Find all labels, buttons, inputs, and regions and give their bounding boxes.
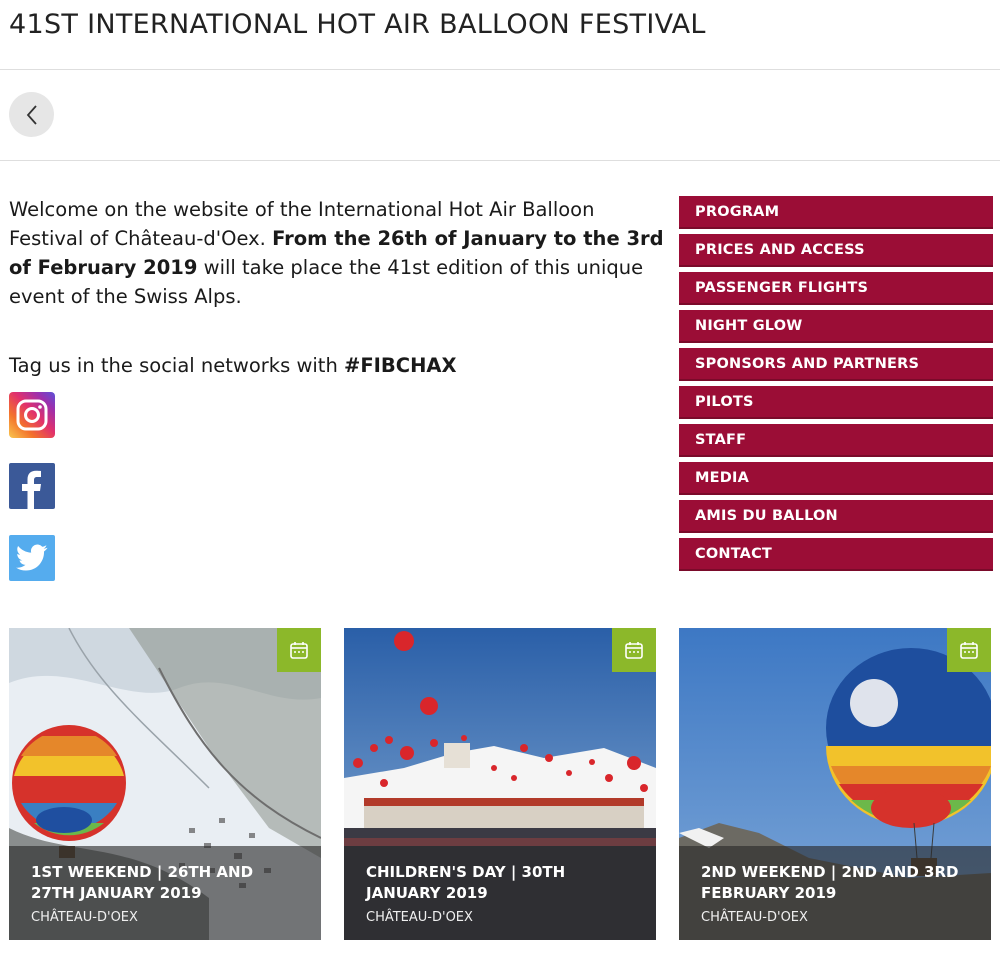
side-menu: PROGRAM PRICES AND ACCESS PASSENGER FLIG…	[679, 196, 993, 576]
hashtag: #FIBCHAX	[344, 354, 457, 377]
page-title: 41ST INTERNATIONAL HOT AIR BALLOON FESTI…	[9, 9, 706, 40]
tagline-text: Tag us in the social networks with	[9, 354, 345, 377]
menu-item-pilots[interactable]: PILOTS	[679, 386, 993, 419]
event-caption: 2ND WEEKEND | 2ND AND 3RD FEBRUARY 2019 …	[679, 846, 991, 940]
calendar-badge	[947, 628, 991, 672]
twitter-link[interactable]	[9, 535, 55, 581]
event-caption: 1ST WEEKEND | 26TH AND 27TH JANUARY 2019…	[9, 846, 321, 940]
intro-paragraph: Welcome on the website of the Internatio…	[9, 195, 664, 311]
menu-item-sponsors-and-partners[interactable]: SPONSORS AND PARTNERS	[679, 348, 993, 381]
event-card-second-weekend[interactable]: 2ND WEEKEND | 2ND AND 3RD FEBRUARY 2019 …	[679, 628, 991, 940]
event-title: CHILDREN'S DAY | 30TH JANUARY 2019	[366, 863, 566, 902]
instagram-icon	[16, 399, 48, 431]
menu-item-program[interactable]: PROGRAM	[679, 196, 993, 229]
calendar-badge	[612, 628, 656, 672]
facebook-link[interactable]	[9, 463, 55, 509]
menu-item-media[interactable]: MEDIA	[679, 462, 993, 495]
menu-item-contact[interactable]: CONTACT	[679, 538, 993, 571]
event-card-childrens-day[interactable]: CHILDREN'S DAY | 30TH JANUARY 2019 CHÂTE…	[344, 628, 656, 940]
header-divider	[0, 69, 1000, 70]
instagram-link[interactable]	[9, 392, 55, 438]
calendar-icon	[960, 642, 978, 659]
chevron-left-icon	[26, 104, 37, 125]
menu-item-night-glow[interactable]: NIGHT GLOW	[679, 310, 993, 343]
back-button[interactable]	[9, 92, 54, 137]
menu-item-amis-du-ballon[interactable]: AMIS DU BALLON	[679, 500, 993, 533]
event-title: 2ND WEEKEND | 2ND AND 3RD FEBRUARY 2019	[701, 863, 959, 902]
nav-divider	[0, 160, 1000, 161]
event-caption: CHILDREN'S DAY | 30TH JANUARY 2019 CHÂTE…	[344, 846, 656, 940]
calendar-icon	[290, 642, 308, 659]
calendar-icon	[625, 642, 643, 659]
event-title: 1ST WEEKEND | 26TH AND 27TH JANUARY 2019	[31, 863, 254, 902]
event-card-first-weekend[interactable]: 1ST WEEKEND | 26TH AND 27TH JANUARY 2019…	[9, 628, 321, 940]
event-location: CHÂTEAU-D'OEX	[31, 910, 138, 925]
calendar-badge	[277, 628, 321, 672]
menu-item-passenger-flights[interactable]: PASSENGER FLIGHTS	[679, 272, 993, 305]
social-tagline: Tag us in the social networks with #FIBC…	[9, 351, 457, 380]
event-location: CHÂTEAU-D'OEX	[701, 910, 808, 925]
menu-item-prices-and-access[interactable]: PRICES AND ACCESS	[679, 234, 993, 267]
facebook-icon	[22, 470, 41, 509]
menu-item-staff[interactable]: STAFF	[679, 424, 993, 457]
event-location: CHÂTEAU-D'OEX	[366, 910, 473, 925]
twitter-icon	[16, 544, 48, 571]
